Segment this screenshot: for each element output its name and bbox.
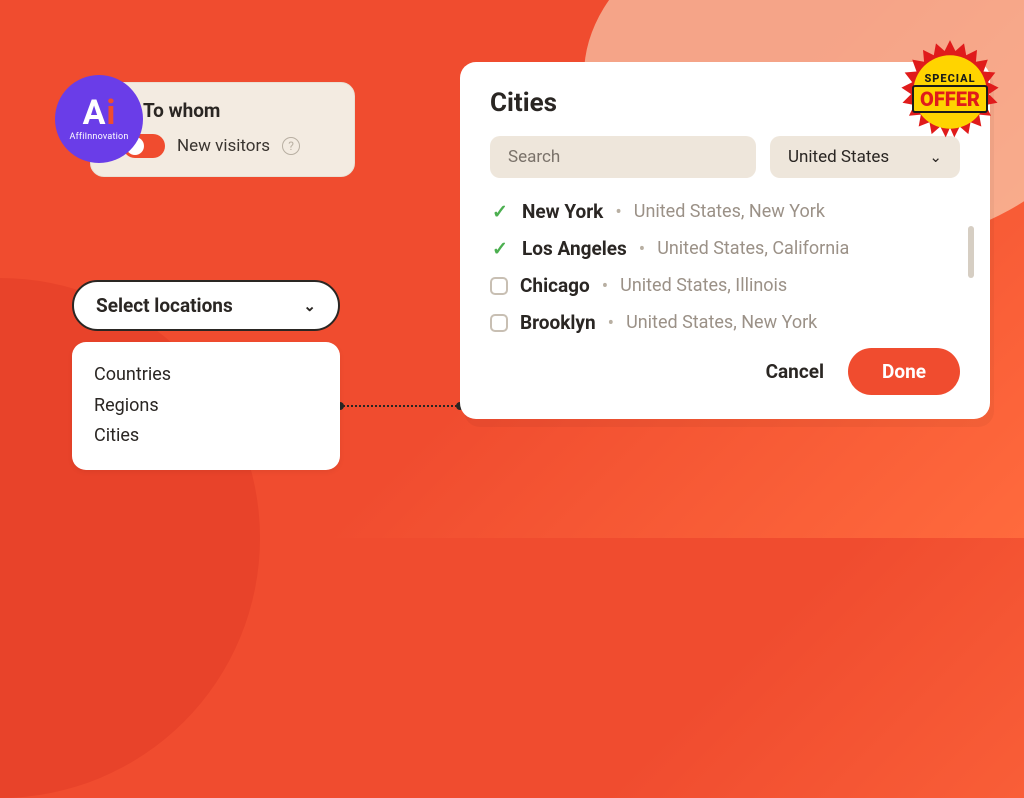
done-button[interactable]: Done [848, 348, 960, 395]
city-row-brooklyn[interactable]: Brooklyn • United States, New York [490, 311, 960, 334]
connector-line [340, 405, 460, 407]
check-icon: ✓ [490, 202, 510, 222]
logo-letter-a: A [83, 96, 106, 130]
logo-letter-i: i [106, 96, 115, 130]
city-subtext: United States, California [657, 238, 849, 259]
badge-line2: OFFER [912, 85, 988, 113]
search-input[interactable]: Search [490, 136, 756, 178]
to-whom-title: To whom [111, 99, 334, 122]
new-visitors-label: New visitors [177, 136, 270, 156]
city-subtext: United States, New York [626, 312, 817, 333]
select-locations-dropdown[interactable]: Select locations ⌄ [72, 280, 340, 331]
country-selected: United States [788, 147, 889, 167]
separator-dot: • [602, 274, 608, 297]
cities-title: Cities [490, 88, 960, 118]
menu-item-cities[interactable]: Cities [94, 421, 318, 452]
checkbox-empty[interactable] [490, 277, 508, 295]
menu-item-countries[interactable]: Countries [94, 360, 318, 391]
locations-menu: Countries Regions Cities [72, 342, 340, 470]
city-name: Brooklyn [520, 311, 596, 334]
separator-dot: • [615, 200, 621, 223]
city-row-new-york[interactable]: ✓ New York • United States, New York [490, 200, 960, 223]
help-icon[interactable]: ? [282, 137, 300, 155]
check-icon: ✓ [490, 239, 510, 259]
special-offer-badge: SPECIAL OFFER [896, 38, 1004, 146]
search-placeholder: Search [508, 147, 560, 167]
cancel-button[interactable]: Cancel [766, 360, 824, 383]
chevron-down-icon: ⌄ [303, 297, 316, 315]
city-row-chicago[interactable]: Chicago • United States, Illinois [490, 274, 960, 297]
menu-item-regions[interactable]: Regions [94, 391, 318, 422]
separator-dot: • [608, 311, 614, 334]
city-row-los-angeles[interactable]: ✓ Los Angeles • United States, Californi… [490, 237, 960, 260]
checkbox-empty[interactable] [490, 314, 508, 332]
city-name: New York [522, 200, 603, 223]
logo-subtext: AffiInnovation [70, 132, 129, 142]
brand-logo: A i AffiInnovation [55, 75, 143, 163]
scrollbar-thumb[interactable] [968, 226, 974, 278]
city-subtext: United States, Illinois [620, 275, 787, 296]
separator-dot: • [639, 237, 645, 260]
badge-line1: SPECIAL [924, 72, 975, 85]
city-name: Los Angeles [522, 237, 627, 260]
city-name: Chicago [520, 274, 590, 297]
select-locations-label: Select locations [96, 294, 233, 317]
city-subtext: United States, New York [634, 201, 825, 222]
city-list: ✓ New York • United States, New York ✓ L… [490, 200, 960, 334]
chevron-down-icon: ⌄ [929, 148, 942, 166]
